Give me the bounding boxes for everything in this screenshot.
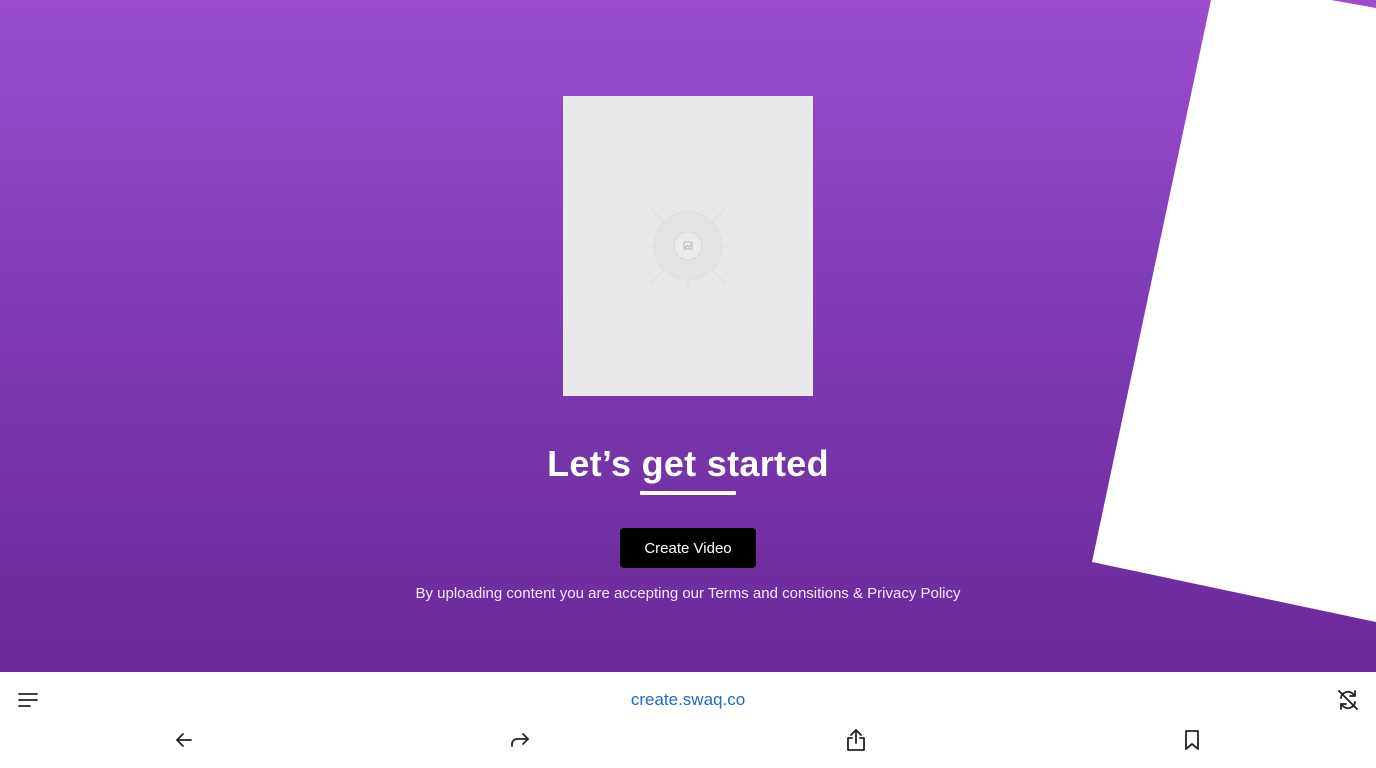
- hero-section: Let’s get started Create Video By upload…: [0, 0, 1376, 672]
- browser-toolbar: create.swaq.co: [0, 672, 1376, 768]
- forward-arrow-icon[interactable]: [504, 724, 536, 756]
- loading-spinner: [648, 206, 728, 286]
- menu-icon[interactable]: [12, 684, 44, 716]
- terms-notice: By uploading content you are accepting o…: [415, 585, 961, 602]
- back-arrow-icon[interactable]: [168, 724, 200, 756]
- share-icon[interactable]: [840, 724, 872, 756]
- create-video-button[interactable]: Create Video: [620, 528, 756, 568]
- page-title: Let’s get started: [547, 443, 829, 484]
- title-underline: [640, 491, 736, 495]
- video-preview-placeholder: [563, 96, 813, 396]
- bookmark-icon[interactable]: [1176, 724, 1208, 756]
- sync-off-icon[interactable]: [1332, 684, 1364, 716]
- url-text[interactable]: create.swaq.co: [488, 688, 888, 712]
